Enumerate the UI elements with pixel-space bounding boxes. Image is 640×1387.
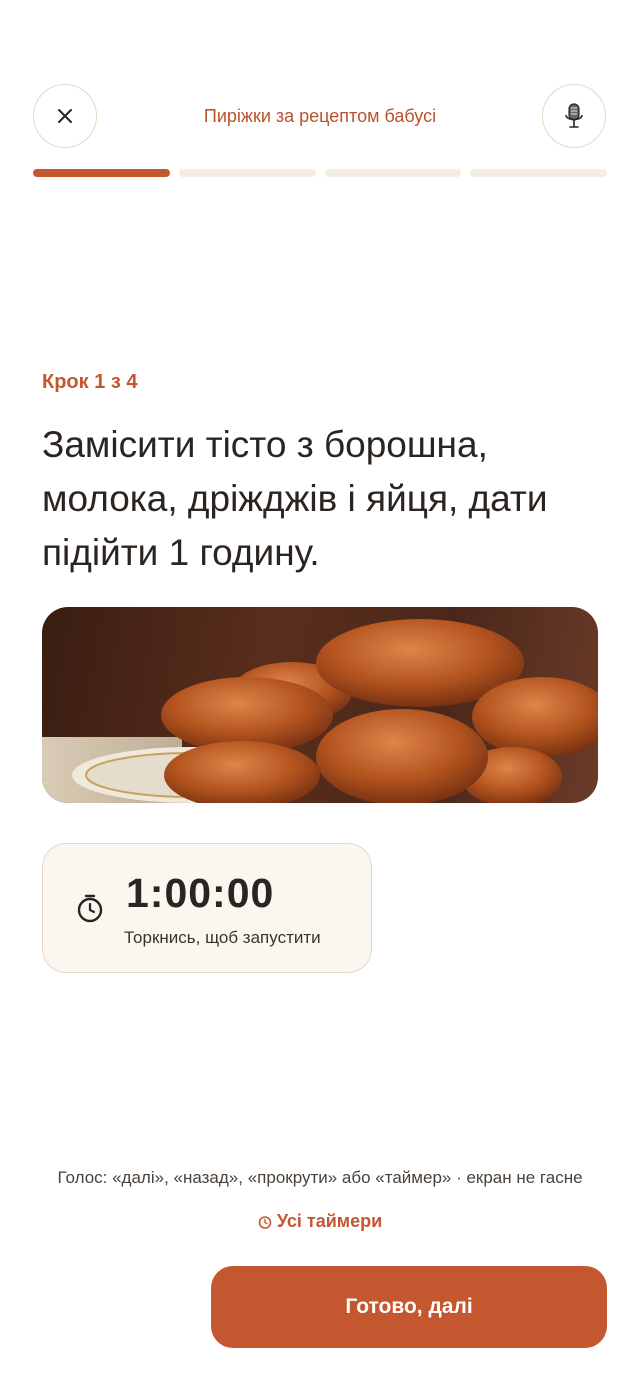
voice-commands-hint: Голос: «далі», «назад», «прокрути» або «… [57, 1168, 583, 1187]
microphone-icon [565, 103, 583, 128]
all-timers-label: Усі таймери [276, 1211, 383, 1231]
done-next-button[interactable]: Готово, далі [211, 1266, 607, 1348]
progress-segment-3 [324, 169, 462, 177]
recipe-title: Пиріжки за рецептом бабусі [203, 106, 437, 126]
cooking-step-screen: Пиріжки за рецептом бабусі Крок 1 з 4 За… [0, 0, 640, 1387]
step-counter: Крок 1 з 4 [42, 371, 138, 393]
close-icon [58, 109, 72, 123]
close-button[interactable] [33, 84, 97, 148]
step-progress-bar [33, 169, 607, 177]
timer-hint: Торкнись, щоб запустити [124, 928, 321, 947]
all-timers-link[interactable]: Усі таймери [220, 1211, 420, 1232]
done-next-label: Готово, далі [345, 1295, 473, 1318]
stopwatch-icon [77, 894, 103, 923]
step-timer-card[interactable]: 1:00:00 Торкнись, щоб запустити [42, 843, 372, 973]
timer-icon [258, 1215, 272, 1229]
progress-segment-2 [178, 169, 316, 177]
progress-segment-4 [470, 169, 607, 177]
step-photo [42, 607, 598, 803]
progress-segment-1 [33, 169, 170, 177]
timer-value: 1:00:00 [126, 870, 275, 916]
step-instruction: Замісити тісто з борошна, молока, дріждж… [42, 424, 548, 573]
microphone-button[interactable] [542, 84, 606, 148]
